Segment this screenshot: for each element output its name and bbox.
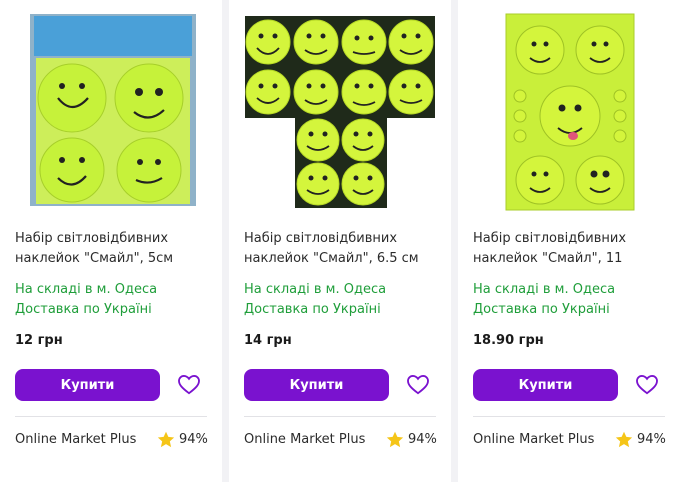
product-price: 14 грн — [244, 333, 292, 348]
favorite-button[interactable] — [176, 372, 202, 398]
stock-info: На складі в м. Одеса Доставка по Україні — [244, 280, 439, 320]
buy-button[interactable]: Купити — [473, 369, 618, 401]
stock-location: На складі в м. Одеса — [244, 282, 387, 297]
seller-rating: 94% — [386, 431, 437, 448]
stock-location: На складі в м. Одеса — [15, 282, 158, 297]
stock-location: На складі в м. Одеса — [473, 282, 616, 297]
product-grid: Набір світловідбивних наклейок "Смайл", … — [0, 0, 678, 482]
product-image[interactable] — [472, 12, 666, 212]
seller-name[interactable]: Online Market Plus — [473, 432, 594, 447]
delivery-info: Доставка по Україні — [244, 302, 381, 317]
heart-outline-icon — [636, 375, 658, 395]
buy-button[interactable]: Купити — [244, 369, 389, 401]
product-image[interactable] — [14, 12, 208, 212]
seller-name[interactable]: Online Market Plus — [244, 432, 365, 447]
stock-info: На складі в м. Одеса Доставка по Україні — [15, 280, 210, 320]
star-icon — [157, 431, 175, 448]
delivery-info: Доставка по Україні — [473, 302, 610, 317]
product-price: 12 грн — [15, 333, 63, 348]
star-icon — [615, 431, 633, 448]
sticker-pack-image-5cm — [30, 14, 196, 206]
product-title[interactable]: Набір світловідбивних наклейок "Смайл", … — [473, 229, 668, 269]
divider — [473, 416, 665, 417]
sticker-pack-image-11cm — [505, 13, 635, 211]
product-image[interactable] — [243, 12, 437, 212]
product-card: Набір світловідбивних наклейок "Смайл", … — [229, 0, 451, 482]
favorite-button[interactable] — [634, 372, 660, 398]
divider — [244, 416, 436, 417]
seller-rating: 94% — [615, 431, 666, 448]
rating-value: 94% — [637, 432, 666, 447]
delivery-info: Доставка по Україні — [15, 302, 152, 317]
product-price: 18.90 грн — [473, 333, 544, 348]
favorite-button[interactable] — [405, 372, 431, 398]
product-card: Набір світловідбивних наклейок "Смайл", … — [458, 0, 678, 482]
buy-button[interactable]: Купити — [15, 369, 160, 401]
star-icon — [386, 431, 404, 448]
product-card: Набір світловідбивних наклейок "Смайл", … — [0, 0, 222, 482]
product-title[interactable]: Набір світловідбивних наклейок "Смайл", … — [15, 229, 210, 269]
seller-name[interactable]: Online Market Plus — [15, 432, 136, 447]
seller-rating: 94% — [157, 431, 208, 448]
product-title[interactable]: Набір світловідбивних наклейок "Смайл", … — [244, 229, 439, 269]
sticker-pack-image-6-5cm — [245, 16, 435, 208]
rating-value: 94% — [408, 432, 437, 447]
heart-outline-icon — [178, 375, 200, 395]
rating-value: 94% — [179, 432, 208, 447]
divider — [15, 416, 207, 417]
stock-info: На складі в м. Одеса Доставка по Україні — [473, 280, 668, 320]
heart-outline-icon — [407, 375, 429, 395]
